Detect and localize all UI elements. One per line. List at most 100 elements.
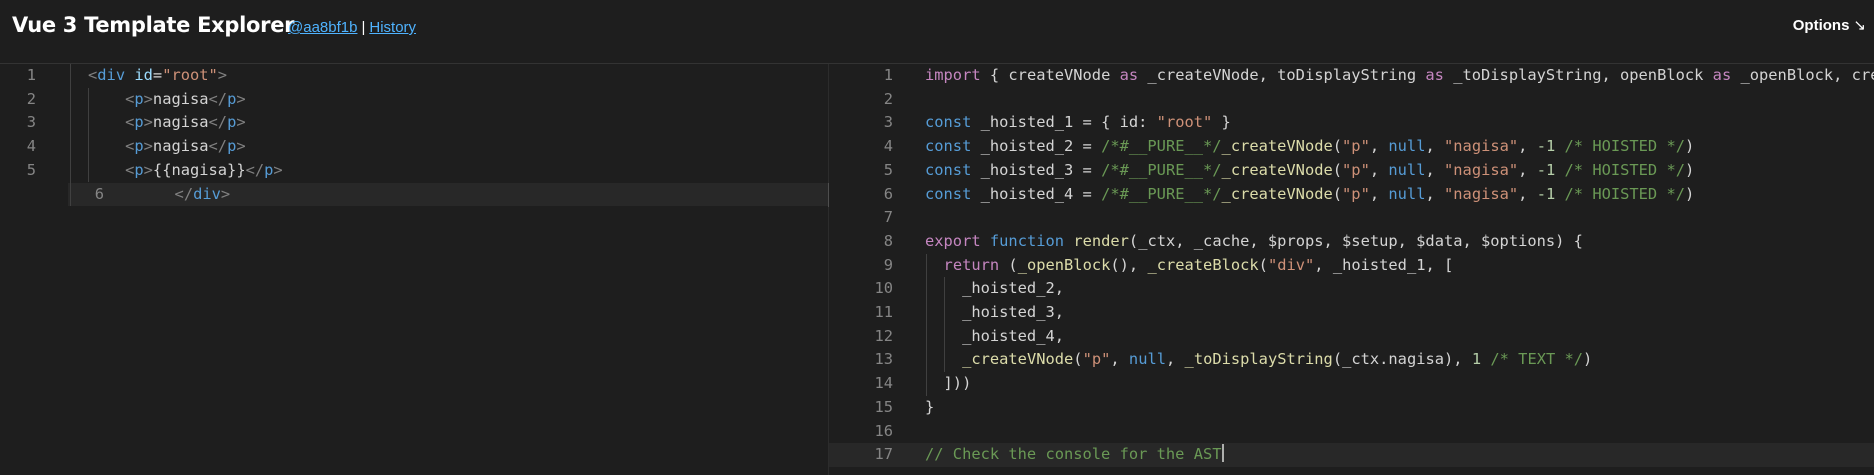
code-token: // Check the console for the AST [925, 445, 1222, 464]
code-token: "nagisa" [1444, 137, 1519, 156]
code-text: } [925, 396, 934, 420]
code-token: , [1369, 184, 1389, 203]
code-token: null [1388, 184, 1426, 203]
line-number: 1 [26, 66, 36, 84]
code-text: _hoisted_4, [925, 325, 1064, 349]
code-token: </ [245, 160, 265, 179]
code-line[interactable]: 3 <p>nagisa</p> [0, 111, 828, 135]
link-separator: | [361, 19, 366, 36]
line-number: 9 [883, 255, 893, 274]
header-bar: Vue 3 Template Explorer @aa8bf1b | History… [0, 0, 1874, 64]
code-token: ) [1583, 350, 1593, 369]
code-token: , [1369, 137, 1389, 156]
code-token: _createVNode, toDisplayString [1138, 66, 1426, 84]
code-token: _toDisplayString, openBlock [1443, 66, 1713, 84]
code-token: _hoisted_4 = [971, 184, 1102, 203]
code-token: ) [1685, 160, 1695, 179]
code-token: const [925, 137, 972, 156]
code-token: /* HOISTED */ [1564, 137, 1685, 156]
code-token: _hoisted_3, [925, 303, 1064, 321]
code-line[interactable]: 9 return (_openBlock(), _createBlock("di… [829, 254, 1874, 278]
code-token: "p" [1342, 160, 1370, 179]
code-token: export [925, 231, 981, 250]
code-token: > [236, 89, 246, 108]
code-line[interactable]: 17 // Check the console for the AST [829, 443, 1874, 467]
code-token: ])) [925, 374, 972, 393]
code-line[interactable]: 14 ])) [829, 372, 1874, 396]
code-line[interactable]: 5 <p>{{nagisa}}</p> [0, 159, 828, 183]
code-token: _openBlock [1017, 255, 1111, 274]
line-number: 16 [874, 421, 893, 440]
code-line[interactable]: 13 _createVNode("p", null, _toDisplayStr… [829, 348, 1874, 372]
code-token: < [125, 137, 135, 156]
code-line[interactable]: 16 [829, 420, 1874, 444]
code-line[interactable]: 2 <p>nagisa</p> [0, 88, 828, 112]
code-line[interactable]: 6 </div> [68, 182, 828, 207]
code-token: const [925, 160, 972, 179]
code-token: _hoisted_4, [925, 326, 1064, 345]
line-number: 6 [883, 184, 893, 203]
line-number: 17 [874, 445, 893, 464]
code-token: , [1110, 350, 1129, 369]
code-token: > [217, 66, 228, 84]
indent-guide [88, 87, 89, 183]
options-toggle[interactable]: Options ↘ [1793, 16, 1866, 34]
code-token: < [125, 89, 135, 108]
template-editor[interactable]: 1 <div id="root"> 2 <p>nagisa</p> 3 <p>nagi… [0, 64, 829, 475]
code-token: as [1425, 66, 1444, 84]
code-line[interactable]: 4 const _hoisted_2 = /*#__PURE__*/_create… [829, 135, 1874, 159]
code-text: _hoisted_3, [925, 301, 1064, 325]
code-token: {{nagisa}} [152, 160, 246, 179]
code-line[interactable]: 8 export function render(_ctx, _cache, $p… [829, 230, 1874, 254]
code-token: = [152, 66, 163, 84]
line-number: 5 [26, 160, 36, 179]
code-token: _hoisted_3 = [971, 160, 1102, 179]
code-line[interactable]: 6 const _hoisted_4 = /*#__PURE__*/_create… [829, 183, 1874, 207]
code-line[interactable]: 7 [829, 206, 1874, 230]
commit-link[interactable]: @aa8bf1b [288, 19, 357, 36]
code-token: </ [208, 137, 228, 156]
code-line[interactable]: 1 <div id="root"> [0, 64, 828, 88]
text-caret [1221, 444, 1224, 463]
line-number: 7 [883, 208, 893, 227]
code-line[interactable]: 3 const _hoisted_1 = { id: "root" } [829, 111, 1874, 135]
code-token: p [134, 113, 144, 132]
history-link[interactable]: History [369, 19, 416, 36]
code-token: "p" [1342, 184, 1370, 203]
code-token: ( [999, 255, 1018, 274]
line-number: 2 [883, 89, 893, 108]
code-text: <p>nagisa</p> [88, 135, 246, 159]
code-text: </div> [156, 183, 231, 207]
code-token: , [1425, 160, 1445, 179]
code-token: /*#__PURE__*/ [1101, 184, 1222, 203]
code-token: null [1388, 160, 1426, 179]
code-token: import [925, 66, 981, 84]
code-token: (), [1110, 255, 1148, 274]
code-line[interactable]: 15} [829, 396, 1874, 420]
code-line[interactable]: 1 import { createVNode as _createVNode, t… [829, 64, 1874, 88]
code-line[interactable]: 5 const _hoisted_3 = /*#__PURE__*/_create… [829, 159, 1874, 183]
code-token: "p" [1082, 350, 1111, 369]
compiled-output-editor[interactable]: 1 import { createVNode as _createVNode, t… [829, 64, 1874, 475]
code-line[interactable]: 12 _hoisted_4, [829, 325, 1874, 349]
code-token: _toDisplayString [1184, 350, 1333, 369]
code-token: ( [1258, 255, 1268, 274]
code-line[interactable]: 11 _hoisted_3, [829, 301, 1874, 325]
code-token: ( [1073, 350, 1083, 369]
code-line[interactable]: 2 [829, 88, 1874, 112]
code-line[interactable]: 10 _hoisted_2, [829, 277, 1874, 301]
code-token: /*#__PURE__*/ [1101, 137, 1222, 156]
code-token: const [925, 113, 972, 132]
code-token: p [134, 89, 144, 108]
code-line[interactable]: 4 <p>nagisa</p> [0, 135, 828, 159]
line-number: 1 [883, 66, 893, 84]
code-text: const _hoisted_1 = { id: "root" } [925, 111, 1231, 135]
code-text: return (_openBlock(), _createBlock("div"… [925, 254, 1454, 278]
